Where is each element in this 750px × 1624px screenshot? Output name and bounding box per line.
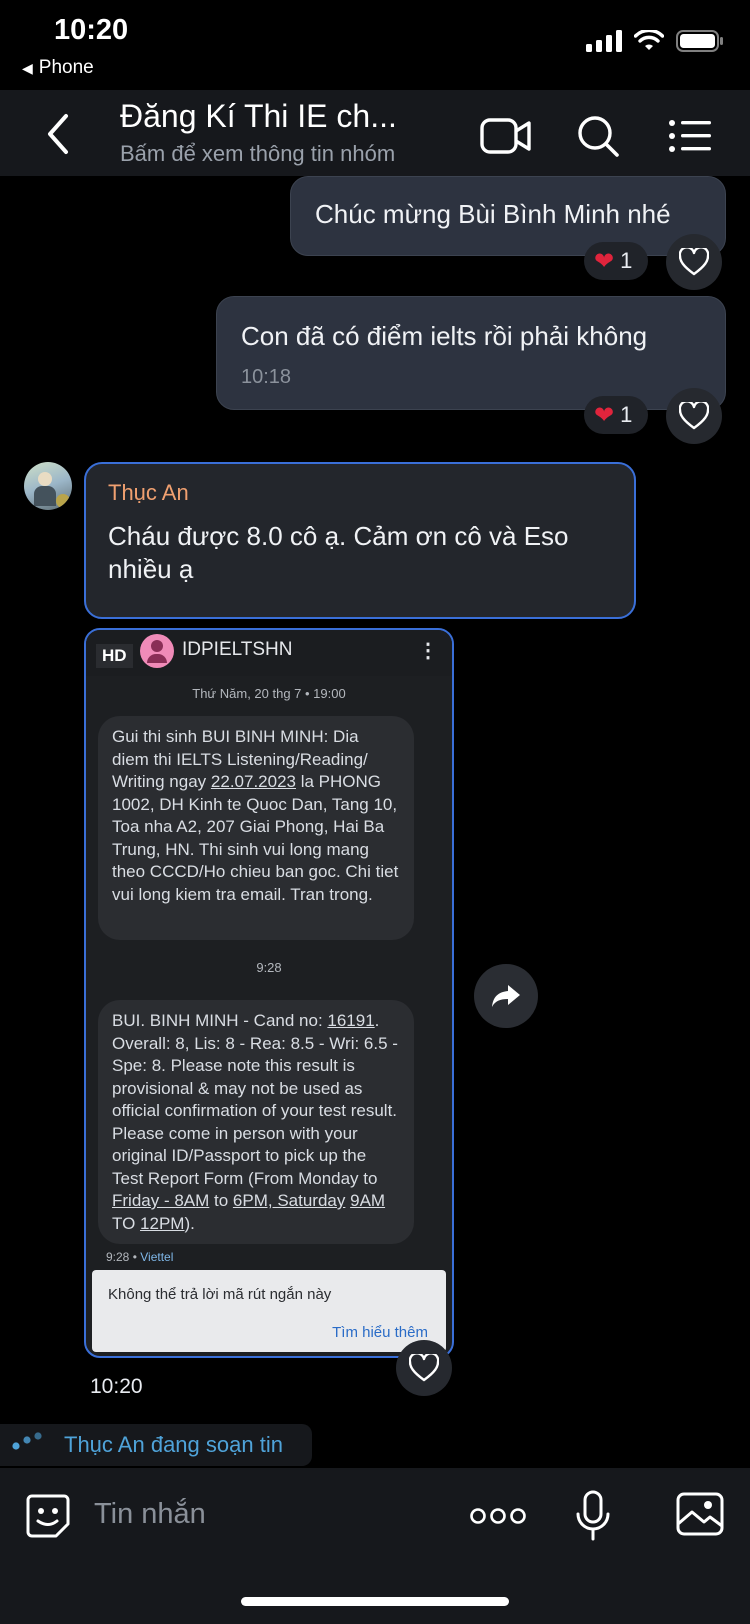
message-text: Con đã có điểm ielts rồi phải không (241, 321, 648, 351)
battery-icon (676, 30, 723, 52)
typing-indicator: Thục An đang soạn tin (0, 1424, 312, 1466)
incoming-message[interactable]: Thục An Cháu được 8.0 cô ạ. Cảm ơn cô và… (84, 462, 636, 619)
message-time: 10:18 (241, 366, 292, 388)
red-heart-icon: ❤ (594, 247, 615, 275)
outgoing-message[interactable]: Chúc mừng Bùi Bình Minh nhé (290, 176, 726, 256)
sms-reply-notice: Không thể trả lời mã rút ngắn này Tìm hi… (92, 1270, 446, 1352)
image-gallery-icon (676, 1492, 724, 1536)
sms-time-separator: 9:28 (256, 960, 282, 975)
more-dots-icon (470, 1508, 526, 1524)
red-heart-icon: ❤ (594, 401, 615, 429)
reaction-summary[interactable]: ❤ 1 (584, 396, 648, 434)
back-triangle-icon: ◀ (22, 59, 33, 76)
sms-message: BUI. BINH MINH - Cand no: 16191. Overall… (98, 1000, 414, 1244)
react-heart-button[interactable] (396, 1340, 452, 1396)
sms-message: Gui thi sinh BUI BINH MINH: Dia diem thi… (98, 716, 414, 940)
typing-text: Thục An đang soạn tin (64, 1432, 283, 1457)
sms-text: TO (112, 1213, 141, 1233)
sms-link: 12PM (140, 1213, 185, 1233)
chevron-left-icon (48, 114, 68, 154)
heart-outline-icon (679, 402, 709, 430)
menu-button[interactable] (662, 108, 718, 164)
sms-link: 9AM (350, 1191, 386, 1210)
voice-message-button[interactable] (576, 1490, 610, 1542)
sms-text: . Overall: 8, Lis: 8 - Rea: 8.5 - Wri: 6… (112, 1011, 398, 1188)
wifi-icon (634, 30, 664, 50)
message-text: Chúc mừng Bùi Bình Minh nhé (315, 199, 671, 229)
more-options-button[interactable] (470, 1500, 526, 1532)
message-input-placeholder: Tin nhắn (94, 1498, 206, 1530)
back-to-app-link[interactable]: ◀ Phone (22, 57, 94, 79)
sms-link: 6PM, Saturday (232, 1191, 346, 1210)
image-time: 10:20 (90, 1375, 143, 1398)
sms-carrier: Viettel (140, 1250, 174, 1264)
sms-text: ). (184, 1213, 195, 1233)
message-input[interactable]: Tin nhắn (94, 1498, 434, 1538)
search-button[interactable] (570, 108, 626, 164)
heart-outline-icon (409, 1354, 439, 1382)
kebab-menu-icon: ⋮ (418, 640, 438, 662)
sms-date: Thứ Năm, 20 thg 7 • 19:00 (192, 686, 346, 701)
key-badge-icon (56, 494, 70, 508)
search-icon (578, 116, 619, 157)
sms-link: Friday - 8AM (112, 1191, 210, 1210)
outgoing-message[interactable]: Con đã có điểm ielts rồi phải không 10:1… (216, 296, 726, 410)
heart-outline-icon (679, 248, 709, 276)
reaction-summary[interactable]: ❤ 1 (584, 242, 648, 280)
hd-badge: HD (96, 644, 133, 668)
sms-link: 16191 (327, 1011, 375, 1030)
smiley-sticker-icon (26, 1494, 70, 1538)
microphone-icon (576, 1490, 610, 1541)
sticker-button[interactable] (24, 1492, 72, 1540)
sms-sender-avatar-icon (140, 634, 174, 668)
sms-date-link: 22.07.2023 (210, 772, 296, 791)
signal-icon (586, 30, 622, 52)
reply-note-text: Không thể trả lời mã rút ngắn này (108, 1286, 332, 1303)
reaction-count: 1 (620, 402, 633, 427)
sms-footer-time: 9:28 • (106, 1250, 141, 1264)
back-app-label: Phone (38, 57, 94, 78)
forward-button[interactable] (474, 964, 538, 1028)
video-camera-icon (480, 118, 531, 154)
forward-arrow-icon (492, 985, 520, 1007)
sender-name: Thục An (108, 480, 189, 505)
home-indicator[interactable] (241, 1597, 509, 1606)
react-heart-button[interactable] (666, 388, 722, 444)
video-call-button[interactable] (478, 108, 534, 164)
sms-sender-name: IDPIELTSHN (182, 639, 293, 660)
reaction-count: 1 (620, 248, 633, 273)
message-text: Cháu được 8.0 cô ạ. Cảm ơn cô và Eso nhi… (108, 521, 569, 584)
sms-text: to (209, 1191, 233, 1210)
sms-footer: 9:28 • Viettel (106, 1250, 173, 1264)
sms-text: la PHONG 1002, DH Kinh te Quoc Dan, Tang… (112, 772, 399, 904)
typing-dots-icon (12, 1432, 42, 1450)
group-title[interactable]: Đăng Kí Thi IE ch... (120, 98, 397, 135)
back-button[interactable] (36, 108, 80, 160)
list-menu-icon (669, 120, 711, 152)
avatar[interactable] (24, 462, 72, 510)
react-heart-button[interactable] (666, 234, 722, 290)
status-time: 10:20 (54, 14, 129, 46)
gallery-button[interactable] (676, 1492, 724, 1536)
status-icons (586, 30, 724, 52)
group-info-hint[interactable]: Bấm để xem thông tin nhóm (120, 141, 395, 167)
learn-more-link: Tìm hiểu thêm (332, 1324, 428, 1341)
shared-image[interactable]: ← HD IDPIELTSHN ⋮ Thứ Năm, 20 thg 7 • 19… (84, 628, 454, 1358)
sms-text: BUI. BINH MINH - Cand no: (112, 1011, 328, 1030)
